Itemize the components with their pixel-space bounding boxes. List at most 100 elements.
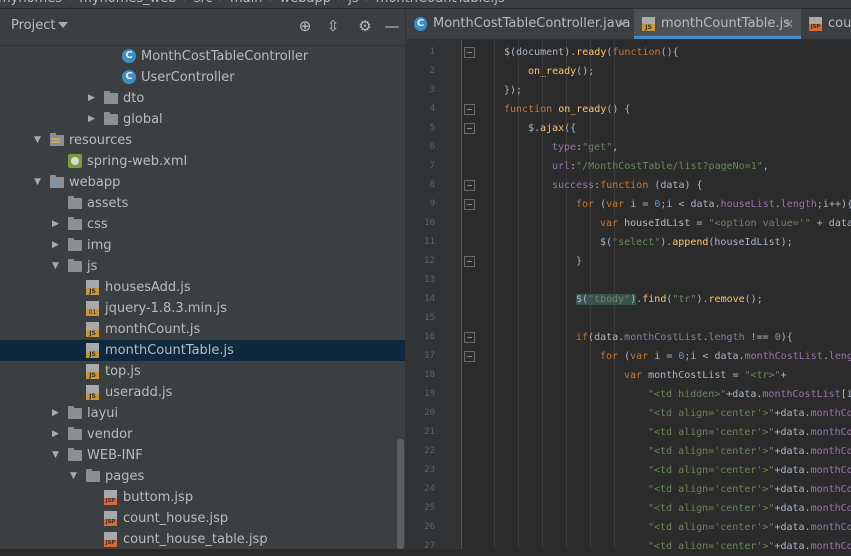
target-icon[interactable]: ⊕ <box>296 17 314 35</box>
editor-tab[interactable]: monthCountTable.js✕ <box>634 9 801 39</box>
breadcrumb-item[interactable]: myhomes_web <box>79 0 176 6</box>
tree-item[interactable]: ▶ vendor <box>0 424 405 445</box>
collapse-arrow-icon[interactable]: ▶ <box>52 235 62 256</box>
tree-item[interactable]: useradd.js <box>0 382 405 403</box>
expand-arrow-icon[interactable]: ▼ <box>34 172 44 193</box>
tree-item[interactable]: count_house_table.jsp <box>0 529 405 550</box>
tree-item[interactable]: ▶ global <box>0 109 405 130</box>
tree-item[interactable]: ▶ dto <box>0 88 405 109</box>
code-token: var <box>630 351 655 362</box>
editor-tab[interactable]: count_house_table.jsp <box>801 9 851 39</box>
code-line: if(data.monthCostList.length !== 0){ <box>576 328 793 347</box>
breadcrumb-item[interactable]: src <box>194 0 213 6</box>
code-token: monthCostList <box>810 408 851 419</box>
tree-item[interactable]: ▼ js <box>0 256 405 277</box>
breadcrumb-item[interactable]: webapp <box>280 0 331 6</box>
tree-item[interactable]: ▶ img <box>0 235 405 256</box>
code-token: "<tr>" <box>744 370 781 381</box>
code-token: "<td align='center'>" <box>648 446 775 457</box>
code-token: on_ready <box>528 66 577 77</box>
collapse-arrow-icon[interactable]: ▶ <box>52 403 62 424</box>
line-number: 15 <box>424 313 435 323</box>
tree-item[interactable]: ▶ layui <box>0 403 405 424</box>
code-token: +data. <box>774 484 811 495</box>
breadcrumb-item[interactable]: main <box>230 0 262 6</box>
tree-item-label: dto <box>123 91 145 106</box>
tree-item[interactable]: top.js <box>0 361 405 382</box>
code-token: var <box>624 370 649 381</box>
split-icon[interactable]: ⇳ <box>324 17 342 35</box>
tree-item[interactable]: jquery-1.8.3.min.js <box>0 298 405 319</box>
tree-item[interactable]: C MonthCostTableController <box>0 46 405 67</box>
tree-item[interactable]: ▼ WEB-INF <box>0 445 405 466</box>
breadcrumb-separator: › <box>219 0 224 6</box>
line-number: 6 <box>429 142 435 152</box>
class-icon: C <box>122 70 136 84</box>
code-token: "<td align='center'>" <box>648 427 775 438</box>
code-token: success <box>552 180 595 191</box>
code-token: + <box>780 370 787 381</box>
project-view-title[interactable]: Project <box>11 18 55 33</box>
breadcrumb-separator: › <box>183 0 188 6</box>
code-line: $(document).ready(function(){ <box>504 43 679 62</box>
tree-item[interactable]: monthCount.js <box>0 319 405 340</box>
code-token: "<td align='center'>" <box>648 503 775 514</box>
tree-item[interactable]: assets <box>0 193 405 214</box>
line-number: 7 <box>429 161 435 171</box>
expand-arrow-icon[interactable]: ▼ <box>34 130 44 151</box>
project-toolbar: Project ⊕ ⇳ ⚙ — <box>0 9 405 46</box>
tree-item[interactable]: buttom.jsp <box>0 487 405 508</box>
tree-item[interactable]: ▼ resources <box>0 130 405 151</box>
line-number: 20 <box>424 408 435 418</box>
minimize-icon[interactable]: — <box>383 17 401 35</box>
close-icon[interactable]: ✕ <box>617 9 627 39</box>
code-line: "<td align='center'>"+data.monthCostList… <box>648 499 851 518</box>
collapse-arrow-icon[interactable]: ▶ <box>88 109 98 130</box>
code-token: , <box>612 142 619 153</box>
code-token: "<td align='center'>" <box>648 408 775 419</box>
code-token: (){ <box>660 47 679 58</box>
breadcrumb-item[interactable]: myhomes <box>0 0 62 6</box>
expand-arrow-icon[interactable]: ▼ <box>52 256 62 277</box>
code-token: monthCostList <box>810 465 851 476</box>
code-token: } <box>576 256 583 267</box>
tree-item[interactable]: C UserController <box>0 67 405 88</box>
line-number: 26 <box>424 522 435 532</box>
code-line: function on_ready() { <box>504 100 630 119</box>
breadcrumb-item[interactable]: monthCountTable.js <box>376 0 505 6</box>
collapse-arrow-icon[interactable]: ▶ <box>88 88 98 109</box>
tree-item[interactable]: count_house.jsp <box>0 508 405 529</box>
tree-scrollbar[interactable] <box>397 439 404 549</box>
tree-item[interactable]: spring-web.xml <box>0 151 405 172</box>
line-number: 11 <box>424 237 435 247</box>
collapse-arrow-icon[interactable]: ▶ <box>52 214 62 235</box>
tree-item[interactable]: ▼ webapp <box>0 172 405 193</box>
chevron-down-icon[interactable] <box>58 22 68 28</box>
tree-item[interactable]: housesAdd.js <box>0 277 405 298</box>
code-token: monthCostList <box>762 389 841 400</box>
code-token: +data. <box>774 446 811 457</box>
code-token: ;i++){ <box>816 199 851 210</box>
tree-item[interactable]: ▼ pages <box>0 466 405 487</box>
code-token: monthCostList <box>810 541 851 549</box>
tree-item-label: js <box>87 259 98 274</box>
js-file-icon <box>86 280 99 295</box>
code-token: length <box>708 332 745 343</box>
expand-arrow-icon[interactable]: ▼ <box>52 445 62 466</box>
tree-item[interactable]: ▶ css <box>0 214 405 235</box>
code-token: "get" <box>582 142 613 153</box>
code-token: +data. <box>774 522 811 533</box>
breadcrumb-item[interactable]: js <box>348 0 358 6</box>
code-token: [i]. <box>840 389 851 400</box>
tree-item[interactable]: monthCountTable.js <box>0 340 405 361</box>
code-area[interactable]: $(document).ready(function(){on_ready();… <box>462 40 851 549</box>
editor-tab[interactable]: C MonthCostTableController.java ✕ <box>406 9 634 39</box>
expand-arrow-icon[interactable]: ▼ <box>70 466 80 487</box>
code-token: monthCostList <box>810 427 851 438</box>
code-editor: CMonthCostTableController.java✕monthCoun… <box>406 9 851 551</box>
collapse-arrow-icon[interactable]: ▶ <box>52 424 62 445</box>
close-icon[interactable]: ✕ <box>784 9 794 39</box>
folder-icon <box>68 406 82 419</box>
code-token: function <box>612 47 661 58</box>
gear-icon[interactable]: ⚙ <box>356 17 374 35</box>
